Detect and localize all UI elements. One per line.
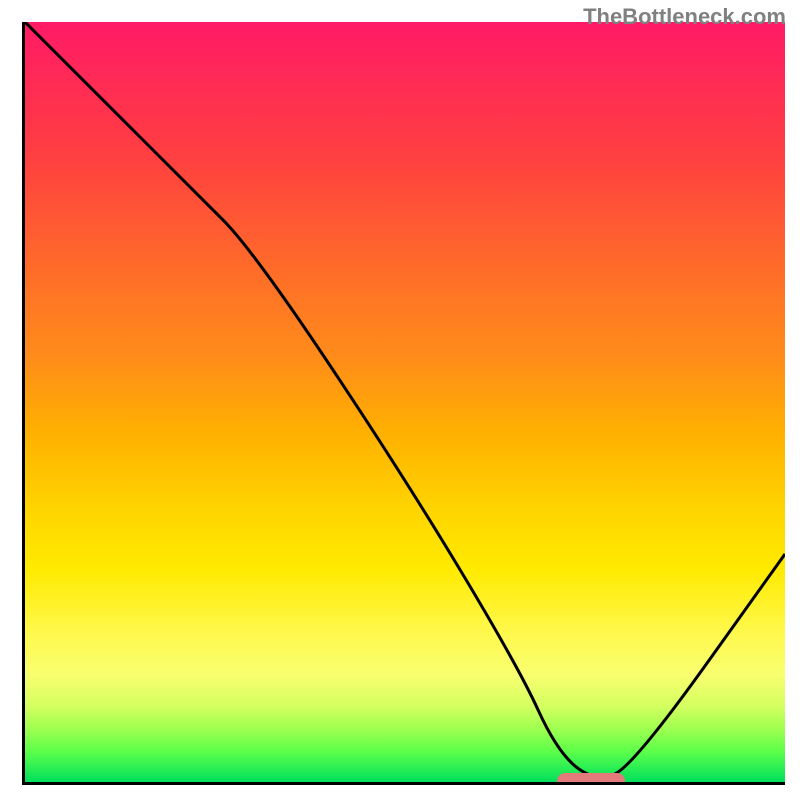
bottleneck-curve-path	[25, 22, 785, 777]
optimal-range-marker	[557, 773, 625, 785]
chart-curve	[25, 22, 785, 782]
watermark-text: TheBottleneck.com	[583, 4, 786, 30]
chart-plot-area	[22, 22, 785, 785]
